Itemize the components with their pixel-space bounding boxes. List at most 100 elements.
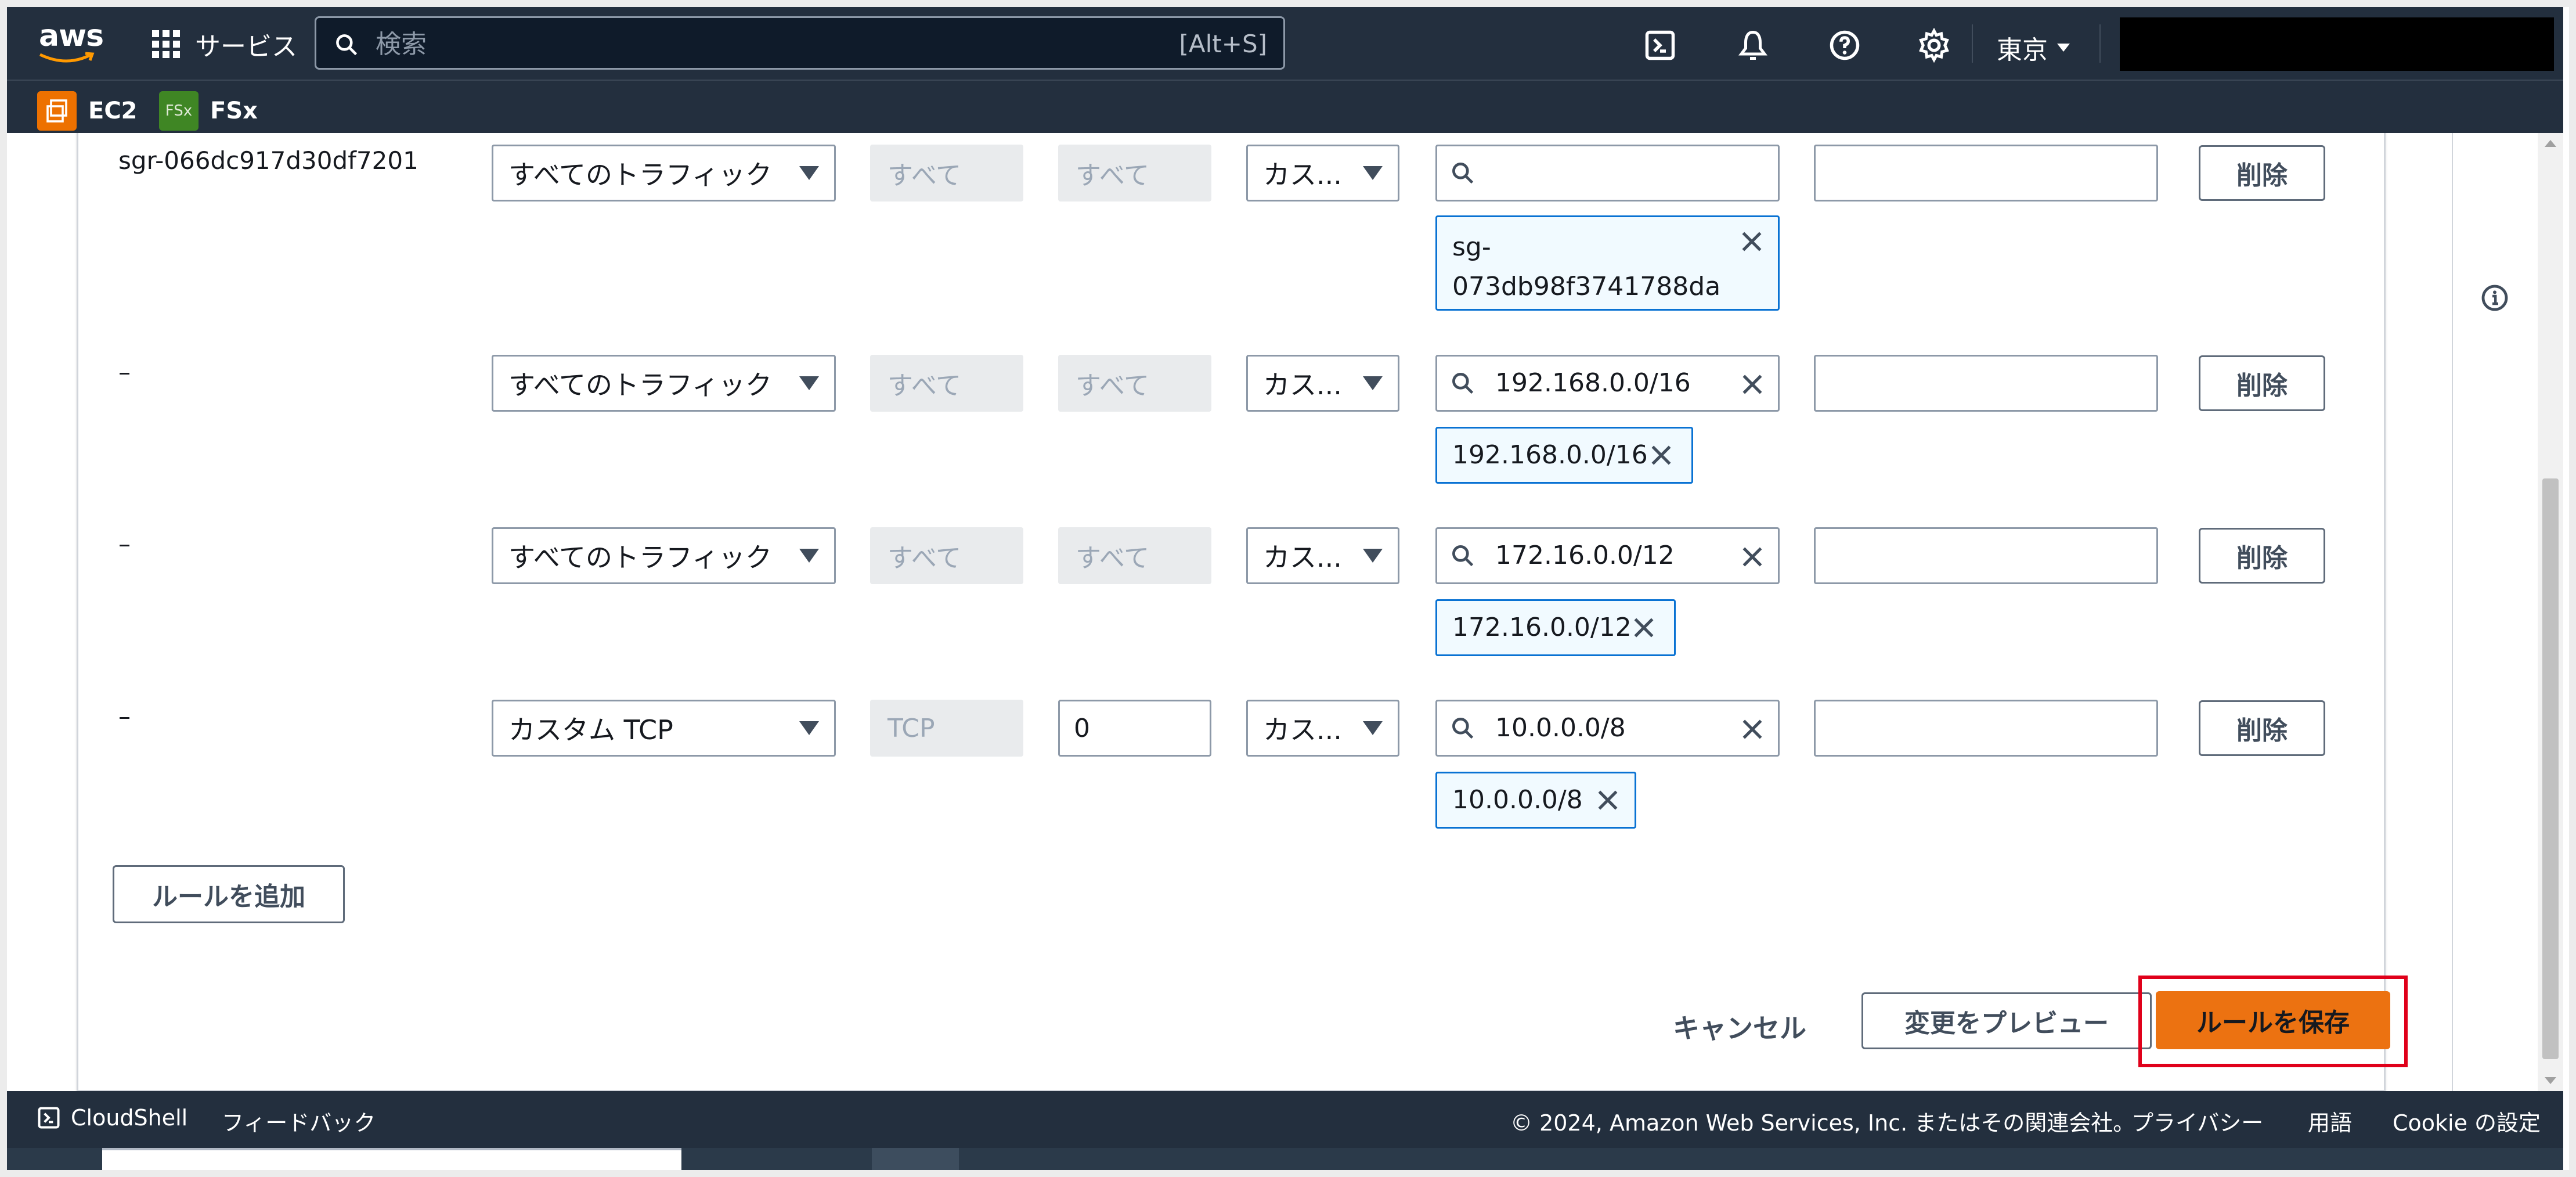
source-search-input[interactable]: 192.168.0.0/16 (1435, 355, 1780, 412)
console-footer: CloudShell フィードバック © 2024, Amazon Web Se… (7, 1091, 2563, 1148)
source-type-value: カス... (1263, 159, 1342, 190)
footer-cookie-settings-link[interactable]: Cookie の設定 (2393, 1105, 2541, 1137)
rule-type-value: すべてのトラフィック (508, 542, 773, 573)
global-search-box[interactable]: [Alt+S] (315, 16, 1285, 70)
page-scrollbar[interactable] (2538, 133, 2563, 1091)
source-type-value: カス... (1263, 369, 1342, 401)
save-rules-button[interactable]: ルールを保存 (2156, 991, 2390, 1049)
taskbar-window[interactable] (102, 1148, 681, 1170)
description-input[interactable] (1814, 700, 2158, 757)
source-type-select[interactable]: カス... (1246, 527, 1399, 584)
caret-down-icon (1363, 549, 1383, 563)
search-icon (1452, 545, 1474, 567)
source-search-input[interactable] (1435, 145, 1780, 201)
source-token-label: 172.16.0.0/12 (1452, 613, 1632, 642)
scroll-up-icon[interactable] (2545, 140, 2556, 147)
add-rule-button[interactable]: ルールを追加 (113, 865, 345, 923)
nav-divider (2099, 24, 2101, 63)
source-type-select[interactable]: カス... (1246, 355, 1399, 412)
source-token: sg- 073db98f3741788da (1435, 215, 1780, 311)
rule-type-select[interactable]: すべてのトラフィック (492, 527, 836, 584)
rule-id: sgr-066dc917d30df7201 (118, 146, 418, 175)
cancel-button[interactable]: キャンセル (1673, 1003, 1806, 1050)
scroll-down-icon[interactable] (2545, 1077, 2556, 1084)
close-icon[interactable] (1648, 442, 1674, 468)
description-input[interactable] (1814, 527, 2158, 584)
gear-icon[interactable] (1917, 28, 1951, 63)
rule-type-select[interactable]: カスタム TCP (492, 700, 836, 757)
delete-rule-button[interactable]: 削除 (2199, 355, 2325, 411)
clear-icon[interactable] (1740, 717, 1765, 742)
source-search-input[interactable]: 172.16.0.0/12 (1435, 527, 1780, 584)
source-type-select[interactable]: カス... (1246, 145, 1399, 201)
favorite-label: EC2 (88, 98, 138, 124)
global-search-input[interactable] (374, 26, 1131, 62)
footer-terms-link[interactable]: 用語 (2308, 1105, 2352, 1137)
favorite-fsx[interactable]: FSx FSx (159, 91, 258, 131)
aws-smile-icon (39, 52, 95, 63)
delete-rule-button[interactable]: 削除 (2199, 528, 2325, 584)
footer-feedback-link[interactable]: フィードバック (222, 1105, 376, 1137)
delete-rule-button[interactable]: 削除 (2199, 145, 2325, 201)
source-search-input[interactable]: 10.0.0.0/8 (1435, 700, 1780, 757)
source-search-value: 192.168.0.0/16 (1495, 368, 1691, 398)
footer-cloudshell-label: CloudShell (71, 1105, 188, 1131)
description-input[interactable] (1814, 355, 2158, 412)
region-selector[interactable]: 東京 (1997, 29, 2071, 66)
rule-type-value: カスタム TCP (508, 714, 673, 746)
caret-down-icon (1363, 721, 1383, 735)
source-type-select[interactable]: カス... (1246, 700, 1399, 757)
taskbar-item[interactable] (872, 1148, 959, 1170)
rule-id: – (118, 530, 131, 558)
grid-icon (152, 30, 180, 58)
rule-type-select[interactable]: すべてのトラフィック (492, 145, 836, 201)
close-icon[interactable] (1631, 615, 1657, 640)
preview-changes-button[interactable]: 変更をプレビュー (1861, 992, 2152, 1049)
source-search-value: 10.0.0.0/8 (1495, 713, 1626, 743)
description-input[interactable] (1814, 145, 2158, 201)
protocol-field: すべて (870, 145, 1023, 201)
services-label: サービス (195, 32, 297, 62)
footer-copyright: © 2024, Amazon Web Services, Inc. またはその関… (1510, 1110, 2135, 1136)
caret-down-icon (799, 166, 819, 180)
main-content: sgr-066dc917d30df7201 すべてのトラフィック すべて すべて… (7, 133, 2538, 1091)
rule-id: – (118, 358, 131, 386)
caret-down-icon (2057, 44, 2070, 52)
clear-icon[interactable] (1740, 544, 1765, 570)
footer-privacy-link[interactable]: プライバシー (2131, 1105, 2263, 1137)
bell-icon[interactable] (1736, 28, 1770, 63)
cloudshell-icon[interactable] (1643, 28, 1677, 63)
os-taskbar (7, 1148, 2563, 1170)
info-icon[interactable] (2481, 284, 2509, 312)
top-navigation: aws サービス [Alt+S] (7, 7, 2563, 133)
favorite-ec2[interactable]: EC2 (37, 91, 138, 131)
port-range-input[interactable]: 0 (1058, 700, 1211, 757)
caret-down-icon (799, 721, 819, 735)
caret-down-icon (1363, 166, 1383, 180)
aws-logo[interactable]: aws (36, 19, 104, 65)
scrollbar-thumb[interactable] (2542, 478, 2559, 1059)
source-token: 192.168.0.0/16 (1435, 427, 1693, 484)
search-icon (1452, 718, 1474, 739)
ec2-icon (37, 91, 77, 131)
fsx-icon: FSx (159, 91, 199, 131)
services-menu-button[interactable]: サービス (152, 27, 297, 62)
rule-type-value: すべてのトラフィック (508, 159, 773, 190)
caret-down-icon (799, 549, 819, 563)
source-token-label: 192.168.0.0/16 (1452, 440, 1648, 470)
help-panel-divider (2452, 133, 2453, 1091)
search-shortcut-hint: [Alt+S] (1179, 30, 1268, 58)
region-label: 東京 (1997, 35, 2048, 65)
aws-logo-text: aws (39, 19, 104, 53)
search-icon (336, 34, 358, 56)
rule-type-select[interactable]: すべてのトラフィック (492, 355, 836, 412)
close-icon[interactable] (1595, 787, 1621, 813)
footer-cloudshell-link[interactable]: CloudShell (36, 1105, 187, 1131)
source-type-value: カス... (1263, 542, 1342, 573)
protocol-field: TCP (870, 700, 1023, 757)
account-menu-redacted[interactable] (2120, 17, 2554, 71)
delete-rule-button[interactable]: 削除 (2199, 700, 2325, 756)
help-icon[interactable] (1827, 28, 1862, 63)
close-icon[interactable] (1739, 229, 1765, 254)
clear-icon[interactable] (1740, 372, 1765, 397)
